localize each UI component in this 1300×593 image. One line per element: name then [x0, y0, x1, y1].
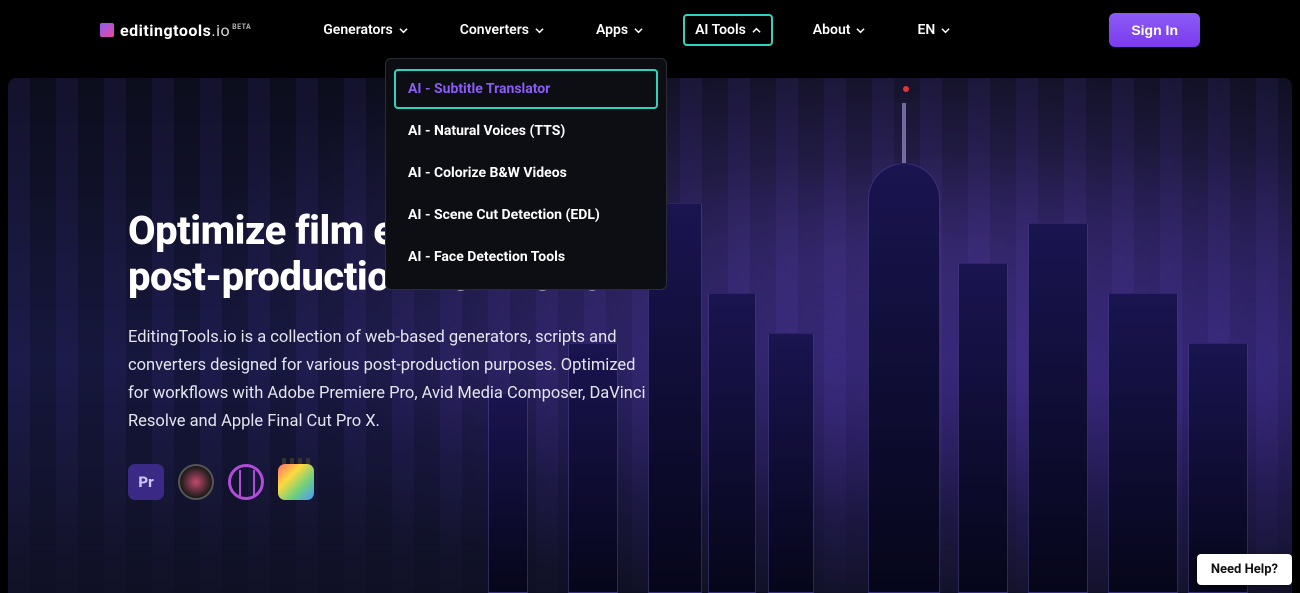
nav-about-label: About — [813, 22, 851, 38]
dropdown-item-subtitle-translator[interactable]: AI - Subtitle Translator — [394, 69, 658, 109]
nav-apps[interactable]: Apps — [584, 14, 655, 46]
nav-ai-tools-label: AI Tools — [695, 22, 746, 38]
nav-about[interactable]: About — [801, 14, 878, 46]
nav-converters-label: Converters — [460, 22, 529, 38]
sign-in-button[interactable]: Sign In — [1109, 13, 1200, 47]
indicator-dot-icon — [903, 86, 909, 92]
nav-ai-tools[interactable]: AI Tools — [683, 14, 773, 46]
davinci-resolve-icon — [178, 464, 214, 500]
dropdown-item-natural-voices[interactable]: AI - Natural Voices (TTS) — [394, 111, 658, 151]
nav-language-label: EN — [917, 22, 935, 38]
bg-tower — [958, 263, 1008, 593]
chevron-down-icon — [856, 26, 865, 35]
nav-language[interactable]: EN — [905, 14, 962, 46]
nav-generators[interactable]: Generators — [311, 14, 419, 46]
bg-tower — [1108, 293, 1178, 593]
need-help-button[interactable]: Need Help? — [1197, 554, 1292, 585]
nav-generators-label: Generators — [323, 22, 392, 38]
logo-text: editingtools.ioBETA — [120, 21, 251, 40]
bg-tower — [868, 163, 940, 593]
chevron-down-icon — [941, 26, 950, 35]
bg-spire — [902, 103, 906, 163]
ai-tools-dropdown: AI - Subtitle Translator AI - Natural Vo… — [385, 58, 667, 290]
brand-suffix: .io — [211, 21, 230, 40]
dropdown-item-face-detection[interactable]: AI - Face Detection Tools — [394, 237, 658, 277]
nav-converters[interactable]: Converters — [448, 14, 556, 46]
chevron-down-icon — [535, 26, 544, 35]
nav-apps-label: Apps — [596, 22, 628, 38]
media-composer-icon — [228, 464, 264, 500]
dropdown-item-scene-cut[interactable]: AI - Scene Cut Detection (EDL) — [394, 195, 658, 235]
bg-tower — [768, 333, 814, 593]
dropdown-item-colorize[interactable]: AI - Colorize B&W Videos — [394, 153, 658, 193]
hero-subtext: EditingTools.io is a collection of web-b… — [128, 324, 648, 436]
premiere-pro-icon: Pr — [128, 464, 164, 500]
chevron-up-icon — [752, 26, 761, 35]
brand-badge: BETA — [232, 23, 251, 31]
bg-tower — [1028, 223, 1088, 593]
brand-name: editingtools — [120, 21, 211, 40]
final-cut-pro-icon — [278, 464, 314, 500]
logo[interactable]: editingtools.ioBETA — [100, 21, 251, 40]
chevron-down-icon — [399, 26, 408, 35]
app-badges: Pr — [128, 464, 658, 500]
bg-tower — [708, 293, 756, 593]
logo-icon — [100, 23, 114, 37]
chevron-down-icon — [634, 26, 643, 35]
top-nav: editingtools.ioBETA Generators Converter… — [0, 0, 1300, 60]
main-nav: Generators Converters Apps AI Tools Abou… — [311, 14, 962, 46]
